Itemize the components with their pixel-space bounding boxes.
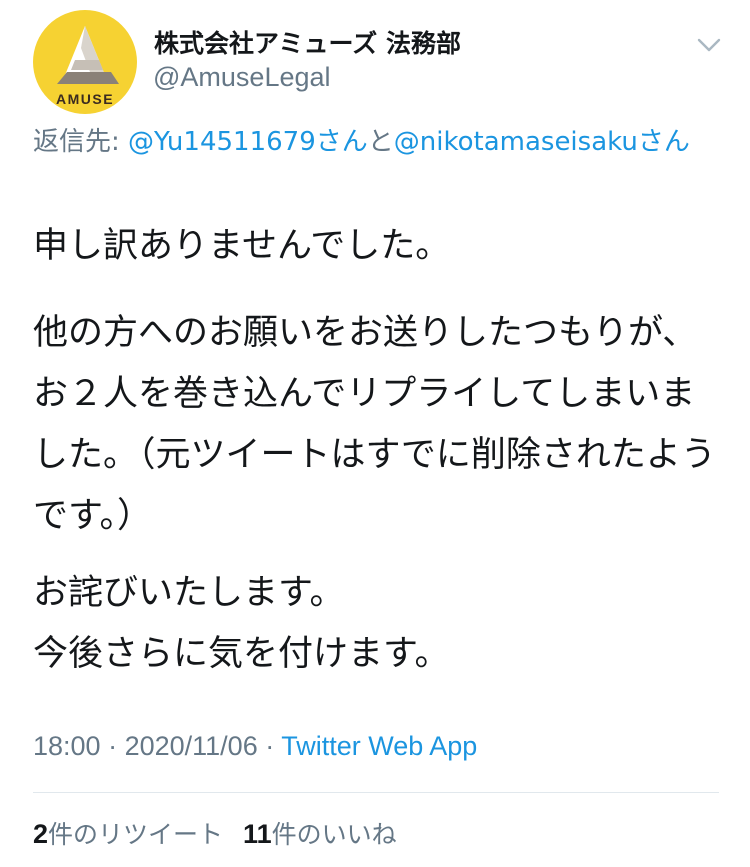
reply-user-link[interactable]: @nikotamaseisakuさん: [394, 127, 690, 157]
avatar[interactable]: AMUSE: [33, 10, 137, 114]
tweet-paragraph: 他の方へのお願いをお送りしたつもりが、お２人を巻き込んでリプライしてしまいました…: [33, 313, 716, 536]
retweets-stat[interactable]: 2件のリツイート: [33, 819, 224, 849]
tweet-stats: 2件のリツイート 11件のいいね: [33, 815, 397, 851]
avatar-logo-text: AMUSE: [55, 91, 115, 107]
chevron-down-icon[interactable]: [694, 30, 724, 60]
tweet-meta: 18:00 · 2020/11/06 · Twitter Web App: [33, 731, 477, 762]
tweet-paragraph: お詫びいたします。 今後さらに気を付けます。: [33, 573, 450, 674]
likes-label: 件のいいね: [271, 820, 397, 849]
author-display-name[interactable]: 株式会社アミューズ 法務部: [154, 24, 461, 60]
tweet-paragraph: 申し訳ありませんでした。: [33, 226, 451, 266]
tweet-source-link[interactable]: Twitter Web App: [281, 731, 477, 761]
retweets-label: 件のリツイート: [48, 820, 224, 849]
author-handle[interactable]: @AmuseLegal: [153, 62, 331, 93]
tweet-date[interactable]: 2020/11/06: [125, 731, 258, 761]
tweet-time[interactable]: 18:00: [33, 731, 101, 761]
retweets-count: 2: [33, 819, 49, 849]
tweet-detail: AMUSE 株式会社アミューズ 法務部 @AmuseLegal 返信先: @Yu…: [0, 0, 750, 867]
meta-separator: ·: [257, 731, 282, 761]
reply-user-link[interactable]: @Yu14511679さん: [128, 127, 368, 157]
reply-joiner: と: [367, 127, 394, 157]
likes-count: 11: [243, 819, 272, 849]
likes-stat[interactable]: 11件のいいね: [243, 819, 397, 849]
reply-to-label: 返信先:: [33, 127, 129, 157]
reply-to-line: 返信先: @Yu14511679さんと@nikotamaseisakuさん: [33, 124, 703, 160]
divider: [33, 792, 719, 793]
meta-separator: ·: [100, 731, 125, 761]
